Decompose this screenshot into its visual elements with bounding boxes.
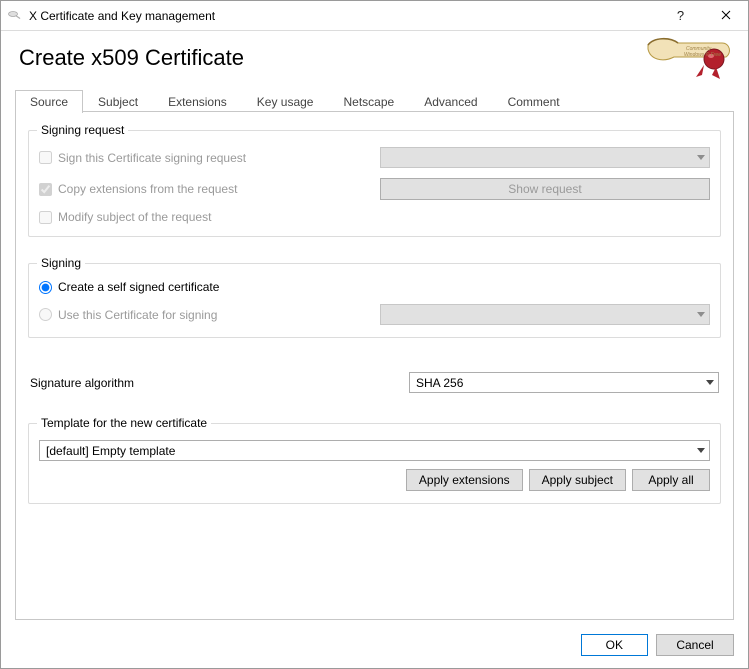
tab-label: Subject <box>98 95 138 109</box>
chevron-down-icon <box>697 155 705 160</box>
chevron-down-icon <box>706 380 714 385</box>
apply-extensions-button[interactable]: Apply extensions <box>406 469 523 491</box>
button-label: Apply extensions <box>419 473 510 487</box>
radio-self-signed-input[interactable] <box>39 281 52 294</box>
group-legend: Template for the new certificate <box>37 416 211 430</box>
tab-label: Advanced <box>424 95 477 109</box>
radio-use-cert-label: Use this Certificate for signing <box>58 308 217 322</box>
group-legend: Signing request <box>37 123 128 137</box>
tab-netscape[interactable]: Netscape <box>328 90 409 113</box>
close-button[interactable] <box>703 1 748 31</box>
help-icon: ? <box>677 8 684 23</box>
tab-label: Source <box>30 95 68 109</box>
tab-key-usage[interactable]: Key usage <box>242 90 329 113</box>
window-title: X Certificate and Key management <box>29 9 215 23</box>
apply-all-button[interactable]: Apply all <box>632 469 710 491</box>
check-modify-subject-input <box>39 211 52 224</box>
tab-bar: Source Subject Extensions Key usage Nets… <box>1 71 748 112</box>
titlebar: X Certificate and Key management ? <box>1 1 748 31</box>
check-sign-csr-label: Sign this Certificate signing request <box>58 151 246 165</box>
chevron-down-icon <box>697 448 705 453</box>
tab-label: Netscape <box>343 95 394 109</box>
check-modify-subject: Modify subject of the request <box>39 210 362 224</box>
check-copy-extensions-label: Copy extensions from the request <box>58 182 237 196</box>
radio-use-cert: Use this Certificate for signing <box>39 308 362 322</box>
page-title: Create x509 Certificate <box>19 45 244 71</box>
button-label: Apply all <box>648 473 693 487</box>
dialog-footer: OK Cancel <box>1 630 748 668</box>
button-label: OK <box>606 638 623 652</box>
group-legend: Signing <box>37 256 85 270</box>
show-request-button: Show request <box>380 178 710 200</box>
check-sign-csr: Sign this Certificate signing request <box>39 151 362 165</box>
button-label: Cancel <box>676 638 713 652</box>
check-modify-subject-label: Modify subject of the request <box>58 210 211 224</box>
group-signing-request: Signing request Sign this Certificate si… <box>28 130 721 237</box>
radio-self-signed-label: Create a self signed certificate <box>58 280 219 294</box>
tab-comment[interactable]: Comment <box>493 90 575 113</box>
template-select[interactable]: [default] Empty template <box>39 440 710 461</box>
group-signing: Signing Create a self signed certificate… <box>28 263 721 338</box>
radio-self-signed[interactable]: Create a self signed certificate <box>39 280 362 294</box>
tab-extensions[interactable]: Extensions <box>153 90 242 113</box>
tab-label: Extensions <box>168 95 227 109</box>
tab-advanced[interactable]: Advanced <box>409 90 492 113</box>
chevron-down-icon <box>697 312 705 317</box>
tab-subject[interactable]: Subject <box>83 90 153 113</box>
check-copy-extensions: Copy extensions from the request <box>39 182 362 196</box>
check-copy-extensions-input <box>39 183 52 196</box>
group-template: Template for the new certificate [defaul… <box>28 423 721 504</box>
ok-button[interactable]: OK <box>581 634 648 656</box>
signer-cert-select <box>380 304 710 325</box>
tab-source[interactable]: Source <box>15 90 83 113</box>
tab-label: Comment <box>508 95 560 109</box>
header: Create x509 Certificate Community Window… <box>1 31 748 71</box>
button-label: Show request <box>508 182 581 196</box>
help-button[interactable]: ? <box>658 1 703 31</box>
svg-text:Windows © Free: Windows © Free <box>684 51 721 58</box>
apply-subject-button[interactable]: Apply subject <box>529 469 626 491</box>
close-icon <box>721 8 731 23</box>
cancel-button[interactable]: Cancel <box>656 634 734 656</box>
template-value: [default] Empty template <box>46 444 175 458</box>
csr-select <box>380 147 710 168</box>
signature-algorithm-value: SHA 256 <box>416 376 463 390</box>
check-sign-csr-input <box>39 151 52 164</box>
tab-label: Key usage <box>257 95 314 109</box>
tab-panel-source: Signing request Sign this Certificate si… <box>15 112 734 620</box>
button-label: Apply subject <box>542 473 613 487</box>
app-icon <box>7 8 23 24</box>
radio-use-cert-input <box>39 308 52 321</box>
signature-algorithm-select[interactable]: SHA 256 <box>409 372 719 393</box>
window: X Certificate and Key management ? Creat… <box>0 0 749 669</box>
signature-algorithm-label: Signature algorithm <box>30 376 409 390</box>
